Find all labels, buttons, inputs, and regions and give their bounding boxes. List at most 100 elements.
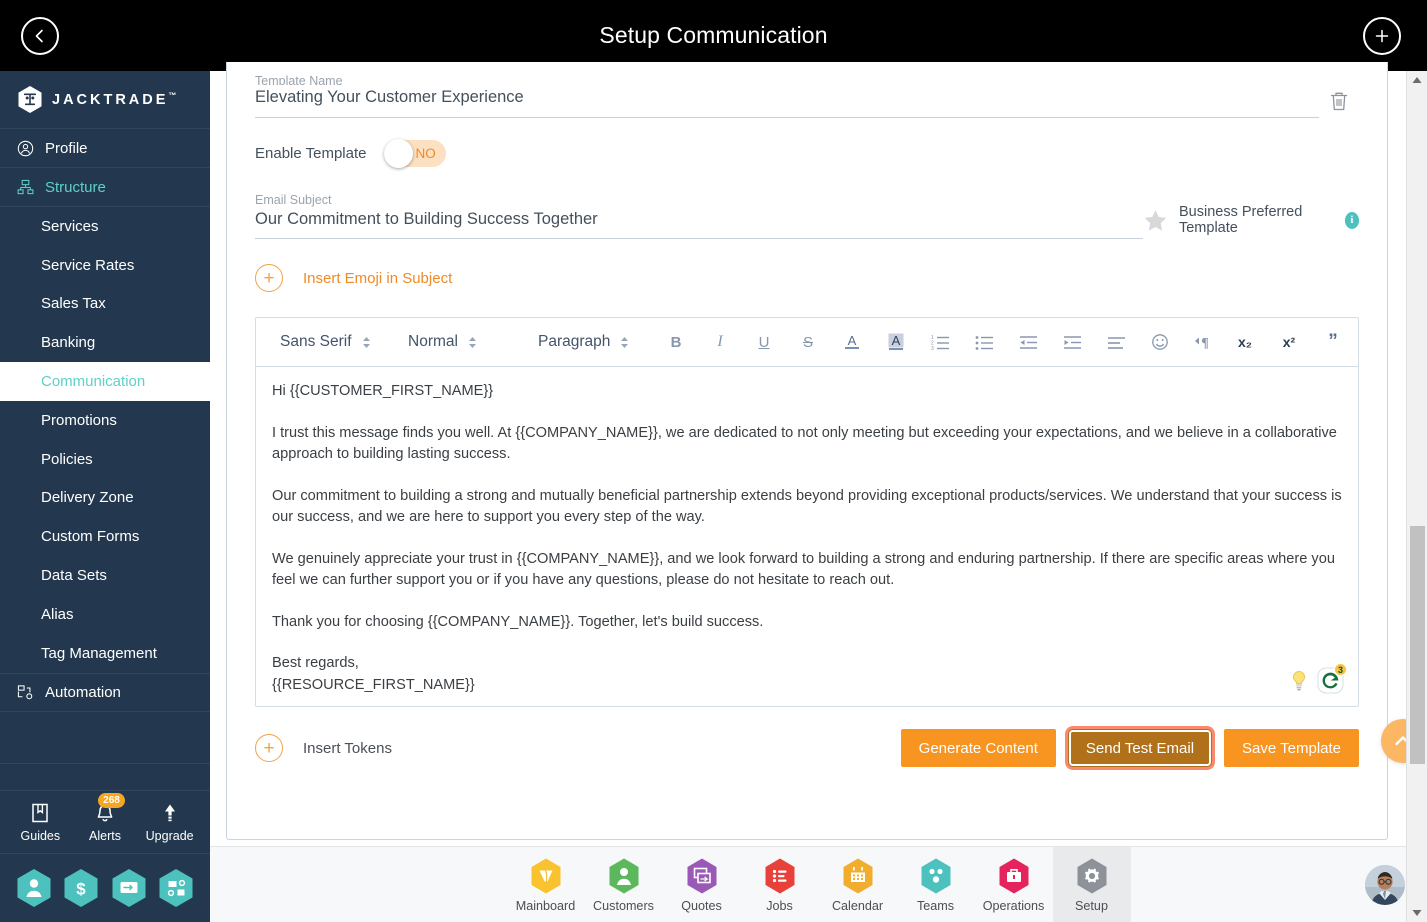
sidebar-item-label: Structure xyxy=(45,178,106,196)
strikethrough-button[interactable]: S xyxy=(786,326,830,358)
sidebar-item-service-rates[interactable]: Service Rates xyxy=(0,246,210,285)
svg-text:¶: ¶ xyxy=(1201,336,1209,351)
user-avatar[interactable] xyxy=(1365,865,1405,905)
sidebar-item-automation[interactable]: Automation xyxy=(0,672,210,712)
align-button[interactable] xyxy=(1094,326,1138,358)
customers-hex-icon xyxy=(609,858,638,893)
email-subject-value: Our Commitment to Building Success Toget… xyxy=(255,210,598,228)
text-direction-button[interactable]: ¶ xyxy=(1182,326,1223,358)
email-body-paragraph: We genuinely appreciate your trust in {{… xyxy=(272,550,1335,589)
email-body-paragraph: I trust this message finds you well. At … xyxy=(272,424,1337,463)
bottom-nav-customers[interactable]: Customers xyxy=(585,847,663,922)
save-template-button[interactable]: Save Template xyxy=(1224,729,1359,767)
italic-button[interactable]: I xyxy=(698,326,742,358)
sidebar-item-alias[interactable]: Alias xyxy=(0,595,210,634)
add-button[interactable] xyxy=(1363,17,1401,55)
workflow-hex-icon xyxy=(159,869,193,907)
sidebar-item-banking[interactable]: Banking xyxy=(0,323,210,362)
sidebar-item-delivery-zone[interactable]: Delivery Zone xyxy=(0,479,210,518)
alerts-button[interactable]: 268 Alerts xyxy=(74,792,136,843)
outdent-button[interactable] xyxy=(1006,326,1050,358)
svg-text:A: A xyxy=(848,333,857,348)
bottom-nav-label: Customers xyxy=(593,898,654,913)
generate-content-button[interactable]: Generate Content xyxy=(900,729,1056,767)
signature-line-2: {{RESOURCE_FIRST_NAME}} xyxy=(272,676,475,693)
vertical-scrollbar[interactable] xyxy=(1406,71,1427,922)
bottom-nav-mainboard[interactable]: Mainboard xyxy=(507,847,585,922)
indent-button[interactable] xyxy=(1050,326,1094,358)
subscript-button[interactable]: x₂ xyxy=(1223,326,1267,358)
code-block-button[interactable]: </> xyxy=(1355,326,1358,358)
sidebar-item-data-sets[interactable]: Data Sets xyxy=(0,556,210,595)
scrollbar-thumb[interactable] xyxy=(1410,526,1425,764)
sidebar-item-sales-tax[interactable]: Sales Tax xyxy=(0,285,210,324)
strikethrough-icon: S xyxy=(802,333,813,351)
send-test-email-button[interactable]: Send Test Email xyxy=(1067,729,1213,767)
font-size-select[interactable]: Normal xyxy=(398,333,528,351)
bottom-nav-calendar[interactable]: Calendar xyxy=(819,847,897,922)
enable-template-label: Enable Template xyxy=(255,145,367,162)
lightbulb-icon[interactable] xyxy=(1290,670,1308,692)
bottom-nav-label: Calendar xyxy=(831,898,884,913)
grammarly-button[interactable]: 3 xyxy=(1317,663,1347,694)
back-button[interactable] xyxy=(21,17,59,55)
email-body-editor[interactable]: Hi {{CUSTOMER_FIRST_NAME}} I trust this … xyxy=(256,367,1358,706)
scroll-up-arrow[interactable] xyxy=(1407,71,1427,89)
superscript-button[interactable]: x² xyxy=(1267,326,1311,358)
sidebar-item-tag-management[interactable]: Tag Management xyxy=(0,634,210,673)
email-signature: Best regards, {{RESOURCE_FIRST_NAME}} xyxy=(272,653,1342,696)
main-content: Template Name Elevating Your Customer Ex… xyxy=(210,62,1425,922)
text-color-button[interactable]: A xyxy=(830,326,874,358)
sidebar-item-profile[interactable]: Profile xyxy=(0,129,210,168)
sidebar-nav: Profile Structure Services Service Rates… xyxy=(0,129,210,790)
avatar-image xyxy=(1365,865,1405,905)
bottom-nav-setup[interactable]: Setup xyxy=(1052,846,1131,922)
star-icon[interactable] xyxy=(1143,206,1168,235)
font-family-select[interactable]: Sans Serif xyxy=(270,333,398,351)
bold-button[interactable]: B xyxy=(654,326,698,358)
sidebar-item-services[interactable]: Services xyxy=(0,207,210,246)
bottom-nav-jobs[interactable]: Jobs xyxy=(741,847,819,922)
underline-button[interactable]: U xyxy=(742,326,786,358)
emoji-button[interactable] xyxy=(1138,326,1182,358)
upgrade-button[interactable]: Upgrade xyxy=(139,802,201,843)
scroll-down-arrow[interactable] xyxy=(1407,904,1427,922)
delete-template-button[interactable] xyxy=(1319,89,1359,118)
insert-tokens-button[interactable]: + Insert Tokens xyxy=(255,734,392,762)
quick-action-billing[interactable]: $ xyxy=(63,868,99,908)
sidebar-item-custom-forms[interactable]: Custom Forms xyxy=(0,517,210,556)
template-name-field[interactable]: Template Name Elevating Your Customer Ex… xyxy=(255,74,1319,118)
enable-template-toggle[interactable]: NO xyxy=(384,139,447,168)
sidebar-item-communication[interactable]: Communication xyxy=(0,362,210,401)
ordered-list-button[interactable]: 123 xyxy=(918,326,962,358)
sidebar-item-promotions[interactable]: Promotions xyxy=(0,401,210,440)
outdent-icon xyxy=(1019,335,1037,349)
sidebar-item-structure[interactable]: Structure xyxy=(0,168,210,207)
quick-action-payments[interactable] xyxy=(111,868,147,908)
email-subject-field[interactable]: Email Subject Our Commitment to Building… xyxy=(255,193,1143,239)
insert-emoji-button[interactable]: + Insert Emoji in Subject xyxy=(255,264,1359,292)
guides-label: Guides xyxy=(20,828,61,843)
bottom-nav-operations[interactable]: Operations xyxy=(975,847,1053,922)
blockquote-button[interactable]: ” xyxy=(1311,326,1355,358)
bottom-nav-quotes[interactable]: Quotes xyxy=(663,847,741,922)
bottom-nav-teams[interactable]: Teams xyxy=(897,847,975,922)
block-format-select[interactable]: Paragraph xyxy=(528,333,654,351)
sidebar-sub-label: Communication xyxy=(41,373,146,391)
bullet-list-button[interactable] xyxy=(962,326,1006,358)
guides-button[interactable]: Guides xyxy=(9,802,71,843)
bottom-nav-label: Jobs xyxy=(766,898,793,913)
info-icon[interactable]: i xyxy=(1344,211,1359,229)
quick-action-workflow[interactable] xyxy=(158,868,194,908)
enable-template-row: Enable Template NO xyxy=(255,139,1359,168)
signature-line-1: Best regards, xyxy=(272,655,359,671)
upgrade-label: Upgrade xyxy=(145,828,194,843)
svg-text:$: $ xyxy=(77,880,87,899)
brand-logo[interactable]: JACKTRADE™ xyxy=(0,71,210,129)
indent-icon xyxy=(1063,335,1081,349)
teams-hex-icon xyxy=(921,858,950,893)
quick-action-profile[interactable] xyxy=(16,868,52,908)
sidebar-item-policies[interactable]: Policies xyxy=(0,440,210,479)
sidebar-item-label: Automation xyxy=(45,683,121,701)
background-color-button[interactable]: A xyxy=(874,326,918,358)
